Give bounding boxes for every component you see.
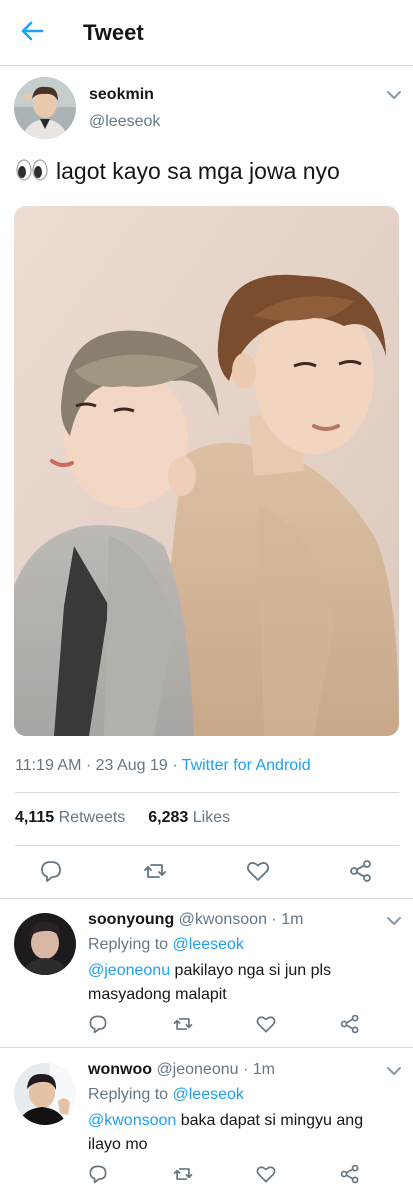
- author-handle[interactable]: @leeseok: [89, 113, 160, 131]
- chevron-down-icon[interactable]: [386, 90, 402, 100]
- reply-author-name[interactable]: wonwoo: [88, 1061, 152, 1078]
- tweet-date: 23 Aug 19: [95, 757, 168, 774]
- reply-icon[interactable]: [38, 858, 64, 884]
- author-avatar[interactable]: [14, 77, 76, 139]
- eyes-emoji-icon: [16, 159, 48, 181]
- like-icon[interactable]: [245, 858, 271, 884]
- top-bar: Tweet: [0, 0, 413, 66]
- reply-icon[interactable]: [87, 1163, 109, 1185]
- reply-author-name[interactable]: soonyoung: [88, 911, 174, 928]
- reply-author-handle[interactable]: @kwonsoon: [179, 911, 267, 928]
- mention-link[interactable]: @kwonsoon: [88, 1112, 176, 1129]
- reply-text: @kwonsoon baka dapat si mingyu ang ilayo…: [88, 1112, 364, 1153]
- replying-to-link[interactable]: @leeseok: [173, 936, 244, 953]
- author-name[interactable]: seokmin: [89, 86, 154, 104]
- reply-avatar[interactable]: [14, 913, 76, 975]
- like-icon[interactable]: [255, 1013, 277, 1035]
- page-title: Tweet: [83, 20, 144, 45]
- retweet-icon[interactable]: [142, 858, 168, 884]
- reply-author-handle[interactable]: @jeoneonu: [156, 1061, 238, 1078]
- share-icon[interactable]: [339, 1013, 361, 1035]
- replying-to-link[interactable]: @leeseok: [173, 1086, 244, 1103]
- tweet-stats: 4,115 Retweets 6,283 Likes: [15, 809, 230, 827]
- reply-avatar[interactable]: [14, 1063, 76, 1125]
- reply-text: @jeoneonu pakilayo nga si jun pls masyad…: [88, 962, 332, 1003]
- tweet-time: 11:19 AM: [15, 757, 82, 774]
- divider: [15, 792, 399, 793]
- chevron-down-icon[interactable]: [386, 1066, 402, 1076]
- divider: [15, 845, 399, 846]
- tweet-source-link[interactable]: Twitter for Android: [182, 757, 311, 774]
- reply-time: 1m: [281, 911, 304, 928]
- retweets-stat[interactable]: 4,115 Retweets: [15, 809, 125, 826]
- share-icon[interactable]: [339, 1163, 361, 1185]
- like-icon[interactable]: [255, 1163, 277, 1185]
- chevron-down-icon[interactable]: [386, 916, 402, 926]
- tweet-text-content: lagot kayo sa mga jowa nyo: [56, 158, 340, 184]
- back-arrow-icon[interactable]: [18, 17, 46, 45]
- divider: [0, 898, 413, 899]
- reply-icon[interactable]: [87, 1013, 109, 1035]
- reply-header: soonyoung @kwonsoon · 1m: [88, 911, 304, 928]
- tweet-text: lagot kayo sa mga jowa nyo: [16, 158, 340, 185]
- likes-stat[interactable]: 6,283 Likes: [148, 809, 230, 826]
- retweet-icon[interactable]: [172, 1163, 194, 1185]
- replying-to: Replying to @leeseok: [88, 936, 244, 953]
- mention-link[interactable]: @jeoneonu: [88, 962, 170, 979]
- tweet-meta: 11:19 AM · 23 Aug 19 · Twitter for Andro…: [15, 757, 311, 774]
- retweet-icon[interactable]: [172, 1013, 194, 1035]
- divider: [0, 1047, 413, 1048]
- share-icon[interactable]: [348, 858, 374, 884]
- replying-to: Replying to @leeseok: [88, 1086, 244, 1103]
- reply-header: wonwoo @jeoneonu · 1m: [88, 1061, 275, 1078]
- tweet-photo[interactable]: [14, 206, 399, 736]
- reply-time: 1m: [252, 1061, 275, 1078]
